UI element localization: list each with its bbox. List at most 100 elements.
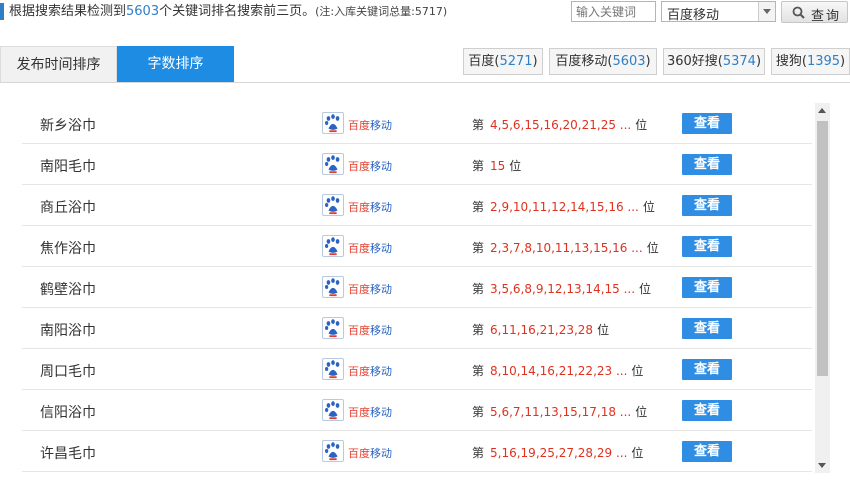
engine-logo-label-a: 百度 bbox=[348, 119, 370, 132]
rank-positions: 第 15 位 bbox=[472, 157, 521, 174]
chevron-down-icon[interactable] bbox=[758, 2, 775, 21]
keyword-text: 周口毛巾 bbox=[40, 364, 96, 380]
engine-logo-label-a: 百度 bbox=[348, 242, 370, 255]
rank-numbers: 5,16,19,25,27,28,29 ... bbox=[490, 446, 628, 460]
rank-suffix: 位 bbox=[646, 241, 659, 255]
rank-prefix: 第 bbox=[472, 446, 485, 460]
engine-filter-baidu[interactable]: 百度(5271) bbox=[463, 48, 543, 75]
engine-logo-label: 百度移动 bbox=[348, 240, 392, 256]
rank-positions: 第 3,5,6,8,9,12,13,14,15 ... 位 bbox=[472, 280, 651, 297]
rank-prefix: 第 bbox=[472, 323, 485, 337]
engine-logo-label: 百度移动 bbox=[348, 199, 392, 215]
engine-logo-label-a: 百度 bbox=[348, 324, 370, 337]
table-row: 焦作浴巾 百度移动 第 2,3,7,8,10,11,13,15,16 ... 位 查看 bbox=[22, 226, 812, 267]
rank-numbers: 4,5,6,15,16,20,21,25 ... bbox=[490, 118, 632, 132]
view-button[interactable]: 查看 bbox=[682, 113, 732, 134]
summary-prefix: 根据搜索结果检测到 bbox=[9, 4, 127, 19]
rank-suffix: 位 bbox=[597, 323, 610, 337]
engine-logo-label: 百度移动 bbox=[348, 158, 392, 174]
view-button[interactable]: 查看 bbox=[682, 195, 732, 216]
engine-filter-sogou-count: 1395 bbox=[806, 54, 841, 69]
baidu-mobile-logo-icon bbox=[322, 276, 344, 298]
rank-prefix: 第 bbox=[472, 241, 485, 255]
rank-suffix: 位 bbox=[631, 364, 644, 378]
engine-logo-label-b: 移动 bbox=[370, 324, 392, 337]
rank-numbers: 15 bbox=[490, 159, 506, 173]
view-button[interactable]: 查看 bbox=[682, 277, 732, 298]
scroll-down-arrow-icon[interactable] bbox=[815, 457, 830, 473]
view-button[interactable]: 查看 bbox=[682, 441, 732, 462]
rank-prefix: 第 bbox=[472, 159, 485, 173]
engine-filter-sogou[interactable]: 搜狗(1395) bbox=[771, 48, 850, 75]
table-row: 周口毛巾 百度移动 第 8,10,14,16,21,22,23 ... 位 查看 bbox=[22, 349, 812, 390]
query-button[interactable]: 查询 bbox=[781, 1, 848, 24]
engine-logo-label-b: 移动 bbox=[370, 283, 392, 296]
engine-logo-label: 百度移动 bbox=[348, 445, 392, 461]
engine-logo-label-b: 移动 bbox=[370, 447, 392, 460]
rank-suffix: 位 bbox=[642, 200, 655, 214]
rank-prefix: 第 bbox=[472, 364, 485, 378]
engine-select[interactable]: 百度移动 bbox=[661, 1, 776, 23]
view-button[interactable]: 查看 bbox=[682, 400, 732, 421]
keyword-text: 焦作浴巾 bbox=[40, 241, 96, 257]
summary-text: 根据搜索结果检测到5603个关键词排名搜索前三页。(注:入库关键词总量:5717… bbox=[9, 3, 447, 20]
rank-numbers: 3,5,6,8,9,12,13,14,15 ... bbox=[490, 282, 636, 296]
engine-logo-label: 百度移动 bbox=[348, 322, 392, 338]
engine-filter-baidu-mobile-count: 5603 bbox=[612, 54, 646, 69]
engine-filter-360-name: 360好搜 bbox=[666, 54, 718, 69]
summary-suffix: 个关键词排名搜索前三页。 bbox=[159, 4, 316, 19]
rank-suffix: 位 bbox=[635, 405, 648, 419]
list-scrollbar[interactable] bbox=[815, 103, 830, 473]
engine-logo-label-a: 百度 bbox=[348, 160, 370, 173]
rank-positions: 第 6,11,16,21,23,28 位 bbox=[472, 321, 609, 338]
query-button-label: 查询 bbox=[811, 9, 842, 24]
keyword-text: 南阳浴巾 bbox=[40, 323, 96, 339]
engine-logo-label: 百度移动 bbox=[348, 363, 392, 379]
scrollbar-thumb[interactable] bbox=[817, 121, 828, 376]
engine-logo-label-a: 百度 bbox=[348, 283, 370, 296]
rank-prefix: 第 bbox=[472, 200, 485, 214]
rank-positions: 第 2,3,7,8,10,11,13,15,16 ... 位 bbox=[472, 239, 659, 256]
keyword-search-input[interactable] bbox=[571, 1, 656, 22]
engine-logo-label-b: 移动 bbox=[370, 242, 392, 255]
keyword-ranking-list: 新乡浴巾 百度移动第 4,5,6,15,16,20,21,25 ... 位查看 南阳毛巾… bbox=[22, 103, 812, 472]
baidu-mobile-logo-icon bbox=[322, 358, 344, 380]
engine-logo-label-b: 移动 bbox=[370, 406, 392, 419]
view-button[interactable]: 查看 bbox=[682, 154, 732, 175]
engine-filter-baidu-count: 5271 bbox=[499, 54, 533, 69]
engine-logo-label-b: 移动 bbox=[370, 365, 392, 378]
baidu-mobile-logo-icon bbox=[322, 317, 344, 339]
keyword-text: 新乡浴巾 bbox=[40, 118, 96, 134]
engine-logo-label-a: 百度 bbox=[348, 201, 370, 214]
engine-logo-label-a: 百度 bbox=[348, 447, 370, 460]
engine-logo-label: 百度移动 bbox=[348, 404, 392, 420]
scroll-up-arrow-icon[interactable] bbox=[815, 103, 830, 119]
baidu-mobile-logo-icon bbox=[322, 153, 344, 175]
tab-sort-by-time[interactable]: 发布时间排序 bbox=[0, 46, 117, 83]
engine-filter-360[interactable]: 360好搜(5374) bbox=[663, 48, 765, 75]
keyword-text: 鹤壁浴巾 bbox=[40, 282, 96, 298]
baidu-mobile-logo-icon bbox=[322, 399, 344, 421]
engine-logo-label-b: 移动 bbox=[370, 119, 392, 132]
tab-sort-by-wordcount[interactable]: 字数排序 bbox=[117, 46, 234, 83]
engine-logo-label: 百度移动 bbox=[348, 117, 392, 133]
tabs-divider bbox=[0, 82, 850, 83]
engine-select-value: 百度移动 bbox=[667, 8, 720, 23]
keyword-text: 南阳毛巾 bbox=[40, 159, 96, 175]
summary-accent-bar bbox=[0, 3, 4, 20]
rank-numbers: 2,3,7,8,10,11,13,15,16 ... bbox=[490, 241, 643, 255]
keyword-text: 许昌毛巾 bbox=[40, 446, 96, 462]
rank-suffix: 位 bbox=[631, 446, 644, 460]
engine-logo-label-a: 百度 bbox=[348, 406, 370, 419]
summary-count: 5603 bbox=[126, 4, 160, 19]
rank-positions: 第 8,10,14,16,21,22,23 ... 位 bbox=[472, 362, 643, 379]
table-row: 信阳浴巾 百度移动 第 5,6,7,11,13,15,17,18 ... 位 查看 bbox=[22, 390, 812, 431]
table-row: 鹤壁浴巾 百度移动 第 3,5,6,8,9,12,13,14,15 ... 位 查看 bbox=[22, 267, 812, 308]
rank-numbers: 6,11,16,21,23,28 bbox=[490, 323, 594, 337]
view-button[interactable]: 查看 bbox=[682, 359, 732, 380]
engine-filter-baidu-mobile[interactable]: 百度移动(5603) bbox=[549, 48, 657, 75]
view-button[interactable]: 查看 bbox=[682, 236, 732, 257]
view-button[interactable]: 查看 bbox=[682, 318, 732, 339]
engine-logo-label: 百度移动 bbox=[348, 281, 392, 297]
table-row: 新乡浴巾 百度移动 第 4,5,6,15,16,20,21,25 ... 位 查看 bbox=[22, 103, 812, 144]
